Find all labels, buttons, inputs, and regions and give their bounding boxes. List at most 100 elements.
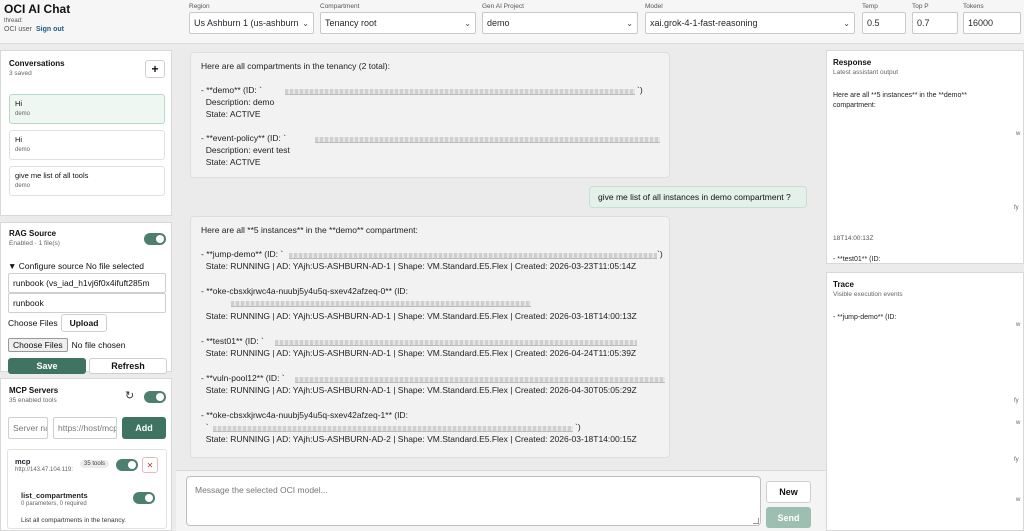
tokens-field: Tokens 16000 (963, 3, 1021, 34)
compartment-label: Compartment (320, 3, 360, 10)
rag-status: Enabled · 1 file(s) (9, 240, 60, 247)
user-row: OCI user Sign out (4, 26, 70, 33)
save-button[interactable]: Save (8, 358, 86, 374)
conversation-item[interactable]: Hi demo (9, 130, 165, 160)
user-name: OCI user (4, 26, 33, 33)
tools-badge: 35 tools (80, 460, 110, 468)
rag-source-select[interactable]: runbook (vs_iad_h1vj6f0x4ifuft285m (8, 273, 166, 293)
conversation-item[interactable]: Hi demo (9, 94, 165, 124)
assistant-message: Here are all compartments in the tenancy… (190, 52, 670, 178)
mcp-status: 35 enabled tools (9, 397, 57, 404)
mcp-title: MCP Servers (9, 386, 59, 395)
model-field: Model xai.grok-4-1-fast-reasoning ⌄ (645, 3, 855, 34)
chevron-down-icon: ⌄ (626, 18, 633, 28)
edge-fragment: w (1016, 131, 1021, 137)
edge-fragment: fy (1014, 457, 1019, 463)
conversations-panel: Conversations 3 saved + Hi demo Hi demo … (0, 50, 172, 216)
top-bar: OCI AI Chat thread: OCI user Sign out Reg… (0, 0, 1024, 44)
choose-files-label: Choose Files (8, 318, 58, 328)
server-url-input[interactable]: https://host/mcp (53, 417, 117, 439)
edge-fragment: w (1016, 497, 1021, 503)
upload-button[interactable]: Upload (61, 314, 107, 332)
edge-fragment: w (1016, 322, 1021, 328)
new-chat-button[interactable]: New (766, 481, 811, 503)
refresh-icon[interactable]: ↻ (125, 389, 134, 402)
tool-name: list_compartments (21, 491, 88, 500)
rag-toggle[interactable] (144, 233, 166, 245)
redacted-id (295, 377, 665, 383)
new-conversation-button[interactable]: + (145, 60, 165, 78)
composer: Message the selected OCI model... New Se… (176, 470, 826, 531)
conversation-item[interactable]: give me list of all tools demo (9, 166, 165, 196)
temp-input[interactable]: 0.5 (862, 12, 906, 34)
configure-source-summary[interactable]: ▼ Configure source No file selected (8, 261, 144, 271)
no-file-text: No file chosen (71, 340, 126, 350)
compartment-field: Compartment Tenancy root ⌄ (320, 3, 476, 34)
top-p-field: Top P 0.7 (912, 3, 958, 34)
refresh-button[interactable]: Refresh (89, 358, 167, 374)
trace-title: Trace (833, 280, 854, 289)
project-field: Gen AI Project demo ⌄ (482, 3, 638, 34)
server-url: http://143.47.104.119: (15, 467, 73, 473)
mcp-servers-panel: MCP Servers 35 enabled tools ↻ Server na… (0, 378, 172, 531)
region-field: Region Us Ashburn 1 (us-ashburn-1) ⌄ (189, 3, 314, 34)
send-button[interactable]: Send (766, 507, 811, 528)
redacted-id (289, 253, 657, 259)
edge-fragment: fy (1014, 398, 1019, 404)
file-picker: Choose Files No file chosen (8, 335, 166, 355)
top-p-label: Top P (912, 3, 929, 10)
region-select[interactable]: Us Ashburn 1 (us-ashburn-1) ⌄ (189, 12, 314, 34)
remove-server-button[interactable]: ✕ (142, 457, 158, 473)
redacted-id (285, 89, 635, 95)
top-p-input[interactable]: 0.7 (912, 12, 958, 34)
tool-params: 0 parameters, 0 required (21, 501, 87, 507)
conversations-title: Conversations (9, 59, 65, 68)
redacted-id (231, 301, 531, 307)
response-panel: Response Latest assistant output Here ar… (826, 50, 1024, 264)
chevron-down-icon: ⌄ (843, 18, 850, 28)
response-fragment: - **test01** (ID: (833, 256, 881, 263)
response-title: Response (833, 58, 872, 67)
trace-subtitle: Visible execution events (833, 291, 903, 298)
rag-title: RAG Source (9, 229, 57, 238)
response-subtitle: Latest assistant output (833, 69, 899, 76)
sign-out-link[interactable]: Sign out (36, 26, 64, 33)
tool-description: List all compartments in the tenancy. (21, 517, 127, 524)
redacted-id (275, 340, 637, 346)
trace-output: - **jump-demo** (ID: (833, 314, 897, 321)
rag-name-input[interactable]: runbook (8, 293, 166, 313)
add-server-button[interactable]: Add (122, 417, 166, 439)
mcp-toggle[interactable] (144, 391, 166, 403)
edge-fragment: w (1016, 420, 1021, 426)
resize-handle[interactable] (753, 518, 759, 524)
temp-label: Temp (862, 3, 878, 10)
response-fragment: 18T14:00:13Z (833, 235, 874, 242)
rag-source-panel: RAG Source Enabled · 1 file(s) ▼ Configu… (0, 222, 172, 374)
assistant-message: Here are all **5 instances** in the **de… (190, 216, 670, 458)
brand: OCI AI Chat thread: OCI user Sign out (4, 2, 70, 33)
tokens-label: Tokens (963, 3, 984, 10)
app-title: OCI AI Chat (4, 2, 71, 16)
model-label: Model (645, 3, 663, 10)
conversations-count: 3 saved (9, 70, 32, 77)
choose-files-button[interactable]: Choose Files (8, 338, 68, 352)
server-name-input[interactable]: Server name (8, 417, 48, 439)
temp-field: Temp 0.5 (862, 3, 906, 34)
chevron-down-icon: ⌄ (302, 18, 309, 28)
server-toggle[interactable] (116, 459, 138, 471)
model-select[interactable]: xai.grok-4-1-fast-reasoning ⌄ (645, 12, 855, 34)
response-output: Here are all **5 instances** in the **de… (833, 92, 967, 109)
message-input[interactable]: Message the selected OCI model... (186, 476, 761, 526)
tokens-input[interactable]: 16000 (963, 12, 1021, 34)
tool-toggle[interactable] (133, 492, 155, 504)
project-select[interactable]: demo ⌄ (482, 12, 638, 34)
thread-label: thread: (4, 18, 23, 24)
chat-thread[interactable]: Here are all compartments in the tenancy… (176, 44, 826, 470)
region-label: Region (189, 3, 210, 10)
project-label: Gen AI Project (482, 3, 524, 10)
trace-panel: Trace Visible execution events - **jump-… (826, 272, 1024, 531)
edge-fragment: fy (1014, 205, 1019, 211)
compartment-select[interactable]: Tenancy root ⌄ (320, 12, 476, 34)
user-message: give me list of all instances in demo co… (589, 186, 807, 208)
server-name: mcp (15, 457, 31, 466)
